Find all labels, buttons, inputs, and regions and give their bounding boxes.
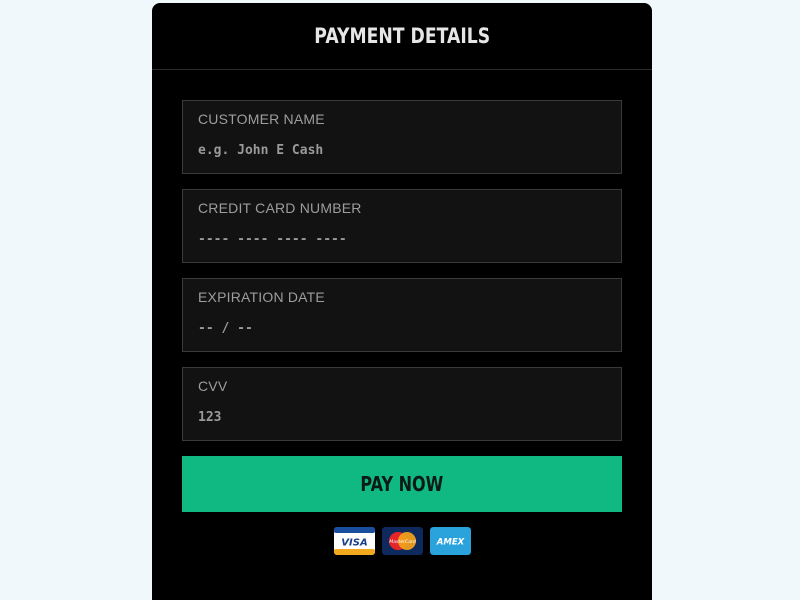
customer-name-field[interactable]: CUSTOMER NAME	[182, 100, 622, 174]
amex-card-icon: AMEX	[429, 527, 471, 555]
mastercard-card-icon: MasterCard	[381, 527, 423, 555]
pay-now-button[interactable]: PAY NOW	[182, 456, 622, 512]
payment-card: PAYMENT DETAILS CUSTOMER NAME CREDIT CAR…	[152, 3, 652, 600]
expiration-date-label: EXPIRATION DATE	[198, 289, 325, 305]
visa-card-icon: VISA	[333, 527, 375, 555]
customer-name-label: CUSTOMER NAME	[198, 111, 325, 127]
expiration-date-field[interactable]: EXPIRATION DATE	[182, 278, 622, 352]
expiration-date-input[interactable]	[198, 317, 603, 339]
card-number-input[interactable]	[198, 228, 603, 250]
page-title: PAYMENT DETAILS	[314, 24, 490, 48]
cvv-label: CVV	[198, 378, 228, 394]
accepted-cards: VISA MasterCard AMEX	[152, 527, 652, 555]
cvv-field[interactable]: CVV	[182, 367, 622, 441]
visa-card-text: VISA	[341, 538, 367, 549]
card-header: PAYMENT DETAILS	[152, 3, 652, 70]
pay-now-label: PAY NOW	[360, 472, 444, 496]
card-number-field[interactable]: CREDIT CARD NUMBER	[182, 189, 622, 263]
mastercard-card-text: MasterCard	[389, 539, 416, 545]
cvv-input[interactable]	[198, 406, 603, 428]
customer-name-input[interactable]	[198, 139, 603, 161]
card-number-label: CREDIT CARD NUMBER	[198, 200, 362, 216]
amex-card-text: AMEX	[435, 538, 464, 548]
